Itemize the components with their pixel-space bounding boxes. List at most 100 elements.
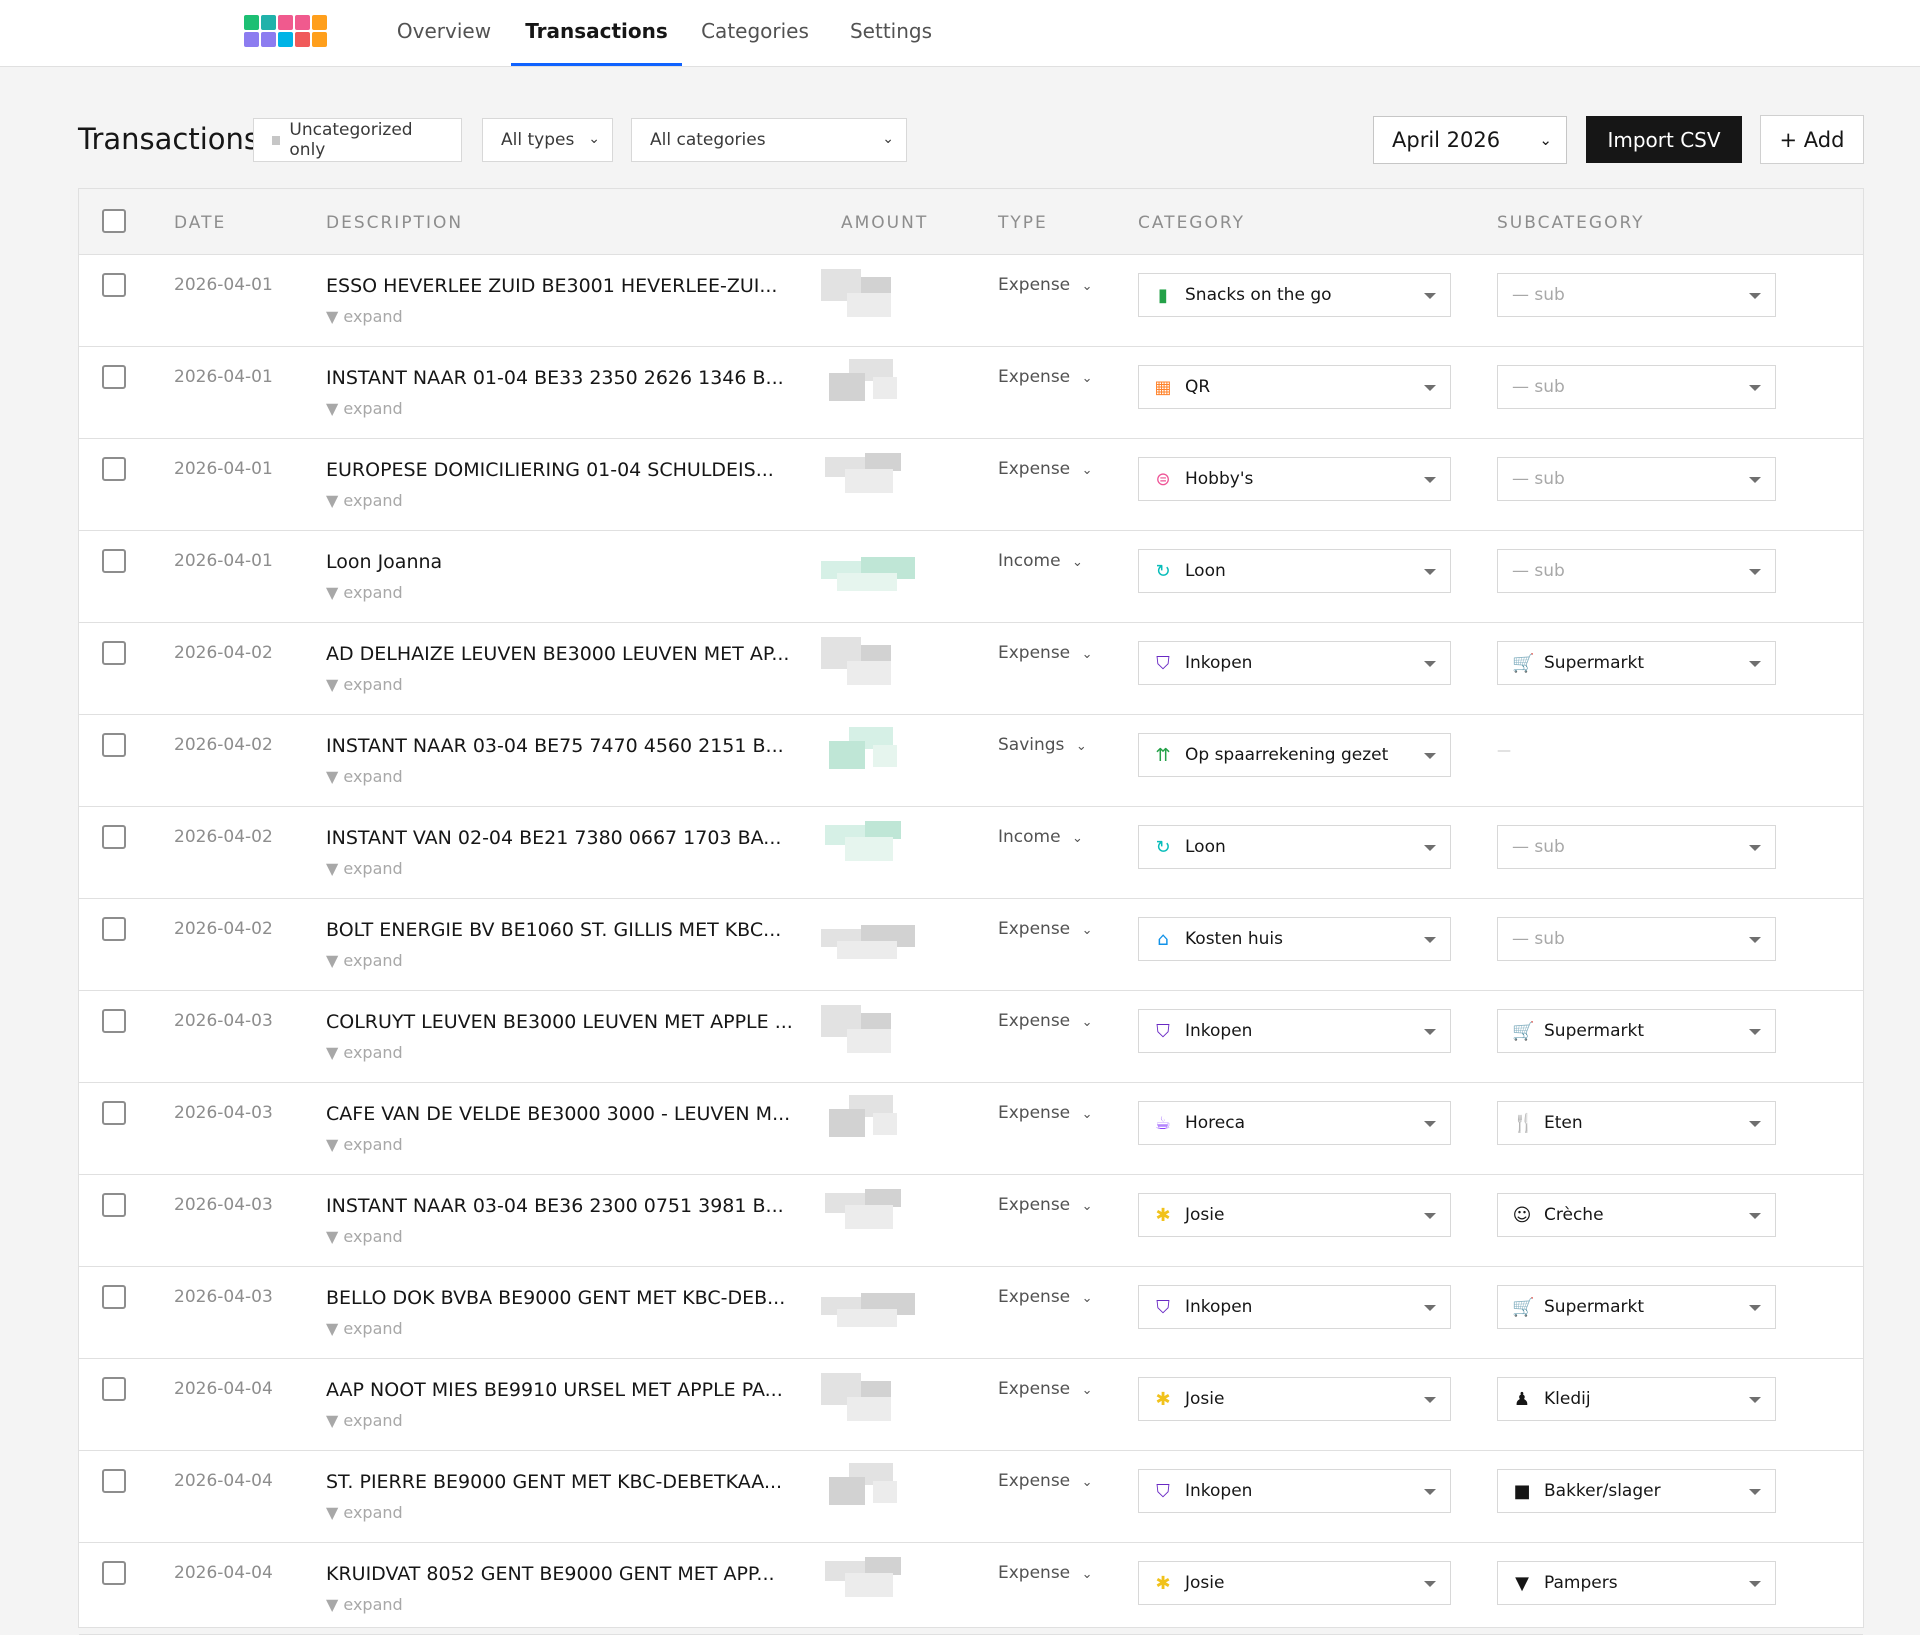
row-checkbox[interactable] — [102, 1285, 126, 1309]
table-row[interactable]: 2026-04-04 KRUIDVAT 8052 GENT BE9000 GEN… — [79, 1543, 1863, 1635]
table-row[interactable]: 2026-04-04 ST. PIERRE BE9000 GENT MET KB… — [79, 1451, 1863, 1543]
expand-toggle[interactable]: ▼ expand — [326, 1503, 403, 1522]
header-subcategory[interactable]: SUBCATEGORY — [1497, 213, 1645, 233]
header-description[interactable]: DESCRIPTION — [326, 213, 463, 233]
category-select[interactable]: ↻ Loon — [1138, 825, 1451, 869]
expand-toggle[interactable]: ▼ expand — [326, 951, 403, 970]
subcategory-select[interactable]: 🛒 Supermarkt — [1497, 1285, 1776, 1329]
subcategory-select[interactable]: ▼ Pampers — [1497, 1561, 1776, 1605]
app-logo[interactable] — [244, 15, 327, 47]
subcategory-select[interactable]: — sub — [1497, 273, 1776, 317]
subcategory-select[interactable]: — sub — [1497, 549, 1776, 593]
expand-toggle[interactable]: ▼ expand — [326, 767, 403, 786]
subcategory-select[interactable]: — sub — [1497, 917, 1776, 961]
table-row[interactable]: 2026-04-04 AAP NOOT MIES BE9910 URSEL ME… — [79, 1359, 1863, 1451]
add-transaction-button[interactable]: + Add — [1760, 115, 1864, 164]
expand-toggle[interactable]: ▼ expand — [326, 1227, 403, 1246]
tab-transactions[interactable]: Transactions — [511, 0, 682, 66]
select-all-checkbox[interactable] — [102, 209, 126, 233]
category-select[interactable]: ⛉ Inkopen — [1138, 1285, 1451, 1329]
type-select[interactable]: Expense ⌄ — [998, 1471, 1092, 1491]
expand-toggle[interactable]: ▼ expand — [326, 491, 403, 510]
type-select[interactable]: Income ⌄ — [998, 827, 1083, 847]
header-type[interactable]: TYPE — [998, 213, 1048, 233]
table-row[interactable]: 2026-04-02 INSTANT NAAR 03-04 BE75 7470 … — [79, 715, 1863, 807]
category-select[interactable]: ⌂ Kosten huis — [1138, 917, 1451, 961]
expand-toggle[interactable]: ▼ expand — [326, 675, 403, 694]
table-row[interactable]: 2026-04-01 ESSO HEVERLEE ZUID BE3001 HEV… — [79, 255, 1863, 347]
subcategory-select[interactable]: 🛒 Supermarkt — [1497, 1009, 1776, 1053]
expand-toggle[interactable]: ▼ expand — [326, 1319, 403, 1338]
table-row[interactable]: 2026-04-03 COLRUYT LEUVEN BE3000 LEUVEN … — [79, 991, 1863, 1083]
row-checkbox[interactable] — [102, 1561, 126, 1585]
type-select[interactable]: Savings ⌄ — [998, 735, 1087, 755]
type-select[interactable]: Expense ⌄ — [998, 1011, 1092, 1031]
import-csv-button[interactable]: Import CSV — [1586, 116, 1742, 163]
category-filter-select[interactable]: All categories ⌄ — [631, 118, 907, 162]
row-checkbox[interactable] — [102, 1101, 126, 1125]
row-checkbox[interactable] — [102, 825, 126, 849]
category-select[interactable]: ↻ Loon — [1138, 549, 1451, 593]
table-row[interactable]: 2026-04-03 BELLO DOK BVBA BE9000 GENT ME… — [79, 1267, 1863, 1359]
expand-toggle[interactable]: ▼ expand — [326, 307, 403, 326]
category-select[interactable]: ✱ Josie — [1138, 1193, 1451, 1237]
month-select[interactable]: April 2026 ⌄ — [1373, 116, 1567, 164]
category-select[interactable]: ☕ Horeca — [1138, 1101, 1451, 1145]
type-select[interactable]: Income ⌄ — [998, 551, 1083, 571]
row-checkbox[interactable] — [102, 1377, 126, 1401]
subcategory-select[interactable]: — sub — [1497, 825, 1776, 869]
type-select[interactable]: Expense ⌄ — [998, 1103, 1092, 1123]
table-row[interactable]: 2026-04-03 INSTANT NAAR 03-04 BE36 2300 … — [79, 1175, 1863, 1267]
type-select[interactable]: Expense ⌄ — [998, 459, 1092, 479]
subcategory-select[interactable]: 🛒 Supermarkt — [1497, 641, 1776, 685]
row-checkbox[interactable] — [102, 273, 126, 297]
subcategory-select[interactable]: ♟ Kledij — [1497, 1377, 1776, 1421]
type-filter-select[interactable]: All types ⌄ — [482, 118, 613, 162]
type-select[interactable]: Expense ⌄ — [998, 1195, 1092, 1215]
table-row[interactable]: 2026-04-01 Loon Joanna ▼ expand Income ⌄… — [79, 531, 1863, 623]
expand-toggle[interactable]: ▼ expand — [326, 1043, 403, 1062]
subcategory-select[interactable]: — sub — [1497, 365, 1776, 409]
row-checkbox[interactable] — [102, 1193, 126, 1217]
type-select[interactable]: Expense ⌄ — [998, 643, 1092, 663]
tab-overview[interactable]: Overview — [390, 0, 498, 66]
subcategory-select[interactable]: ■ Bakker/slager — [1497, 1469, 1776, 1513]
category-select[interactable]: ⛉ Inkopen — [1138, 1009, 1451, 1053]
type-select[interactable]: Expense ⌄ — [998, 275, 1092, 295]
table-row[interactable]: 2026-04-02 BOLT ENERGIE BV BE1060 ST. GI… — [79, 899, 1863, 991]
subcategory-select[interactable]: 🍴 Eten — [1497, 1101, 1776, 1145]
subcategory-select[interactable]: ☺ Crèche — [1497, 1193, 1776, 1237]
tab-categories[interactable]: Categories — [695, 0, 815, 66]
uncategorized-filter-toggle[interactable]: Uncategorized only — [253, 118, 462, 162]
category-select[interactable]: ⇈ Op spaarrekening gezet — [1138, 733, 1451, 777]
category-select[interactable]: ✱ Josie — [1138, 1561, 1451, 1605]
table-row[interactable]: 2026-04-01 EUROPESE DOMICILIERING 01-04 … — [79, 439, 1863, 531]
expand-toggle[interactable]: ▼ expand — [326, 399, 403, 418]
category-select[interactable]: ⊜ Hobby's — [1138, 457, 1451, 501]
header-date[interactable]: DATE — [174, 213, 226, 233]
expand-toggle[interactable]: ▼ expand — [326, 583, 403, 602]
row-checkbox[interactable] — [102, 641, 126, 665]
type-select[interactable]: Expense ⌄ — [998, 1563, 1092, 1583]
row-checkbox[interactable] — [102, 1469, 126, 1493]
row-checkbox[interactable] — [102, 733, 126, 757]
category-select[interactable]: ✱ Josie — [1138, 1377, 1451, 1421]
category-select[interactable]: ⛉ Inkopen — [1138, 641, 1451, 685]
expand-toggle[interactable]: ▼ expand — [326, 1135, 403, 1154]
type-select[interactable]: Expense ⌄ — [998, 919, 1092, 939]
row-checkbox[interactable] — [102, 457, 126, 481]
expand-toggle[interactable]: ▼ expand — [326, 859, 403, 878]
table-row[interactable]: 2026-04-02 AD DELHAIZE LEUVEN BE3000 LEU… — [79, 623, 1863, 715]
expand-toggle[interactable]: ▼ expand — [326, 1411, 403, 1430]
table-row[interactable]: 2026-04-01 INSTANT NAAR 01-04 BE33 2350 … — [79, 347, 1863, 439]
subcategory-select[interactable]: — sub — [1497, 457, 1776, 501]
type-select[interactable]: Expense ⌄ — [998, 1287, 1092, 1307]
type-select[interactable]: Expense ⌄ — [998, 367, 1092, 387]
row-checkbox[interactable] — [102, 1009, 126, 1033]
tab-settings[interactable]: Settings — [840, 0, 942, 66]
header-amount[interactable]: AMOUNT — [841, 213, 928, 233]
row-checkbox[interactable] — [102, 549, 126, 573]
category-select[interactable]: ▮ Snacks on the go — [1138, 273, 1451, 317]
table-row[interactable]: 2026-04-02 INSTANT VAN 02-04 BE21 7380 0… — [79, 807, 1863, 899]
header-category[interactable]: CATEGORY — [1138, 213, 1245, 233]
